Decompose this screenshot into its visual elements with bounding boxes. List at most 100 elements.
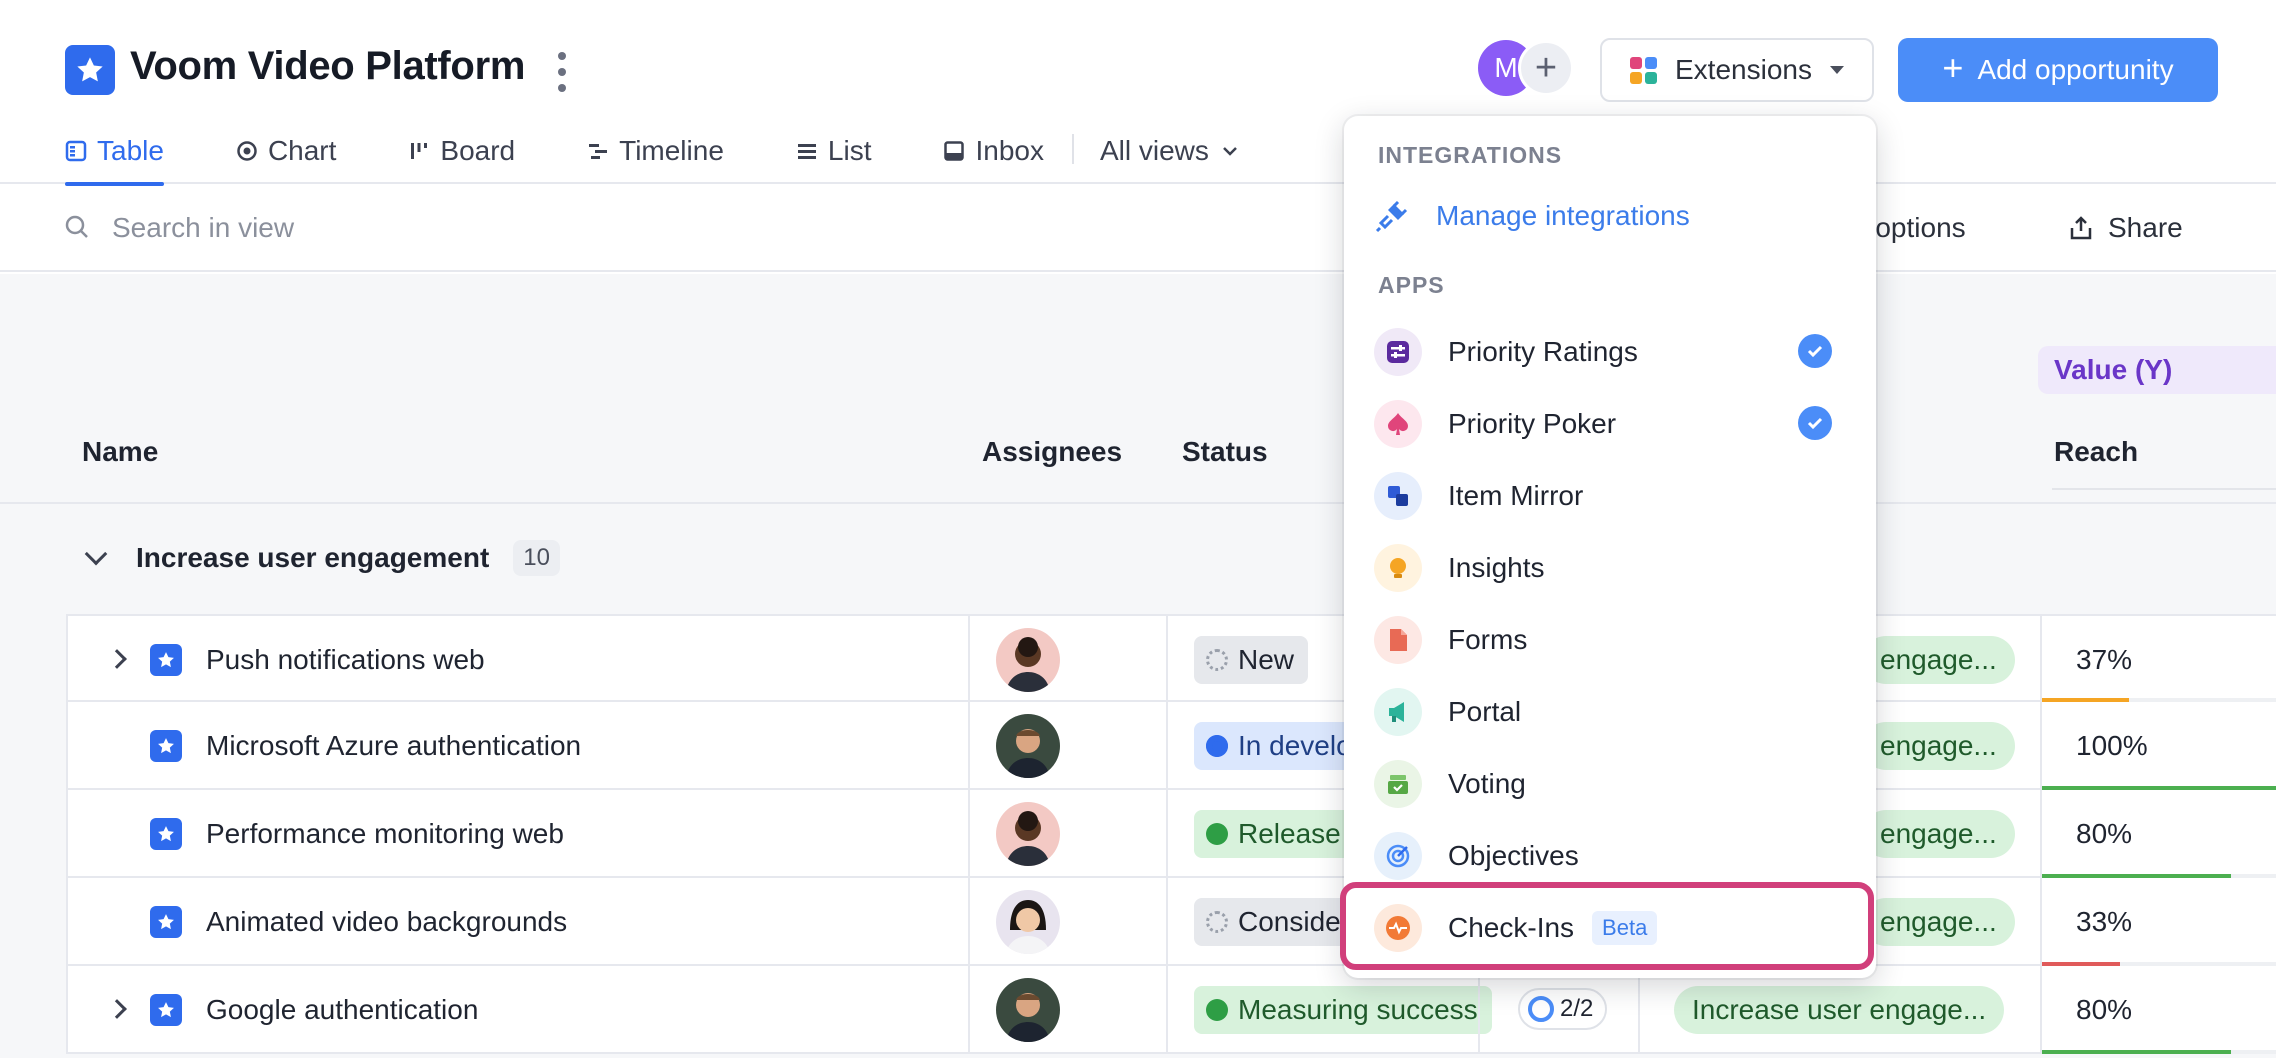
table-row[interactable]: Push notifications web New engage... 37% — [66, 614, 2276, 702]
tab-chart[interactable]: Chart — [236, 132, 336, 184]
app-item-priority-poker[interactable]: Priority Poker — [1374, 394, 1846, 454]
table-row[interactable]: Animated video backgrounds Conside engag… — [66, 878, 2276, 966]
reach-header-underline — [2052, 488, 2276, 490]
chevron-right-icon[interactable] — [107, 999, 127, 1019]
cell-divider — [2040, 790, 2042, 876]
plus-icon: + — [1942, 47, 1964, 88]
tab-label: All views — [1099, 135, 1209, 166]
share-button[interactable]: Share — [2068, 212, 2183, 244]
status-badge[interactable]: New — [1194, 636, 1309, 684]
objective-badge[interactable]: engage... — [1862, 810, 2015, 858]
group-header[interactable]: Increase user engagement 10 — [82, 540, 560, 576]
tab-list[interactable]: List — [796, 132, 871, 184]
reach-value: 100% — [2076, 730, 2148, 761]
status-released-icon — [1206, 823, 1228, 845]
row-name[interactable]: Microsoft Azure authentication — [206, 730, 581, 762]
share-icon — [2070, 216, 2092, 240]
apps-grid-icon — [1630, 56, 1657, 84]
objective-badge[interactable]: engage... — [1862, 898, 2015, 946]
status-badge[interactable]: Conside — [1194, 898, 1355, 946]
more-options-icon[interactable] — [552, 52, 572, 92]
search-input[interactable] — [112, 208, 812, 248]
cell-divider — [2040, 616, 2042, 700]
row-name[interactable]: Google authentication — [206, 994, 478, 1026]
tab-inbox[interactable]: Inbox — [943, 132, 1044, 184]
row-name[interactable]: Animated video backgrounds — [206, 906, 567, 938]
cell-divider — [968, 966, 970, 1052]
table-icon — [65, 140, 87, 162]
objective-badge[interactable]: Increase user engage... — [1674, 986, 2005, 1034]
manage-integrations-label: Manage integrations — [1436, 200, 1690, 231]
chevron-right-icon[interactable] — [107, 649, 127, 669]
column-header-status[interactable]: Status — [1182, 436, 1268, 468]
tab-board[interactable]: Board — [408, 132, 515, 184]
tab-label: Inbox — [975, 135, 1044, 166]
reach-value: 37% — [2076, 644, 2133, 675]
tab-label: Board — [440, 135, 516, 166]
column-header-name[interactable]: Name — [82, 436, 158, 468]
app-item-item-mirror[interactable]: Item Mirror — [1374, 466, 1846, 526]
objective-badge[interactable]: engage... — [1862, 636, 2015, 684]
spade-icon — [1374, 400, 1422, 448]
row-name[interactable]: Performance monitoring web — [206, 818, 564, 850]
status-badge[interactable]: Measuring success — [1194, 986, 1492, 1034]
objective-badge[interactable]: engage... — [1862, 722, 2015, 770]
list-icon — [797, 144, 816, 159]
app-label: Portal — [1448, 696, 1522, 727]
tab-all-views[interactable]: All views — [1100, 132, 1241, 184]
app-label: Objectives — [1448, 840, 1579, 871]
cell-divider — [1478, 966, 1480, 1052]
app-label: Item Mirror — [1448, 480, 1584, 511]
star-icon — [65, 45, 115, 95]
checkmark-icon — [1798, 406, 1832, 440]
progress-ring-icon — [1528, 996, 1554, 1022]
table-row[interactable]: Microsoft Azure authentication In develo… — [66, 702, 2276, 790]
app-item-insights[interactable]: Insights — [1374, 538, 1846, 598]
status-badge[interactable]: In develo — [1194, 722, 1366, 770]
avatar[interactable] — [996, 714, 1060, 778]
status-label: Release — [1238, 818, 1341, 849]
status-considering-icon — [1206, 911, 1228, 933]
chevron-down-icon[interactable] — [84, 542, 108, 566]
target-icon — [1374, 832, 1422, 880]
tab-label: Table — [97, 135, 164, 166]
avatar[interactable] — [996, 628, 1060, 692]
avatar[interactable] — [996, 978, 1060, 1042]
app-item-priority-ratings[interactable]: Priority Ratings — [1374, 322, 1846, 382]
cell-divider — [1166, 966, 1168, 1052]
table-row[interactable]: Performance monitoring web Release engag… — [66, 790, 2276, 878]
app-item-portal[interactable]: Portal — [1374, 682, 1846, 742]
add-opportunity-label: Add opportunity — [1977, 54, 2174, 85]
extensions-button[interactable]: Extensions — [1600, 38, 1874, 102]
search-icon — [65, 215, 88, 238]
reach-value: 33% — [2076, 906, 2133, 937]
app-item-voting[interactable]: Voting — [1374, 754, 1846, 814]
column-header-reach[interactable]: Reach — [2054, 436, 2138, 468]
column-header-assignees[interactable]: Assignees — [982, 436, 1122, 468]
progress-pill[interactable]: 2/2 — [1518, 988, 1608, 1030]
extensions-label: Extensions — [1675, 54, 1812, 85]
avatar[interactable] — [996, 890, 1060, 954]
add-opportunity-button[interactable]: + Add opportunity — [1898, 38, 2218, 102]
status-label: New — [1238, 644, 1295, 675]
status-badge[interactable]: Release — [1194, 810, 1355, 858]
megaphone-icon — [1374, 688, 1422, 736]
table-row[interactable]: Google authentication Measuring success … — [66, 966, 2276, 1054]
app-label: Voting — [1448, 768, 1526, 799]
app-item-objectives[interactable]: Objectives — [1374, 826, 1846, 886]
star-icon — [150, 906, 182, 938]
group-label: Increase user engagement — [136, 542, 490, 573]
reach-value: 80% — [2076, 994, 2133, 1025]
value-y-badge: Value (Y) — [2038, 346, 2276, 394]
manage-integrations-link[interactable]: Manage integrations — [1374, 198, 1690, 234]
add-member-button[interactable]: + — [1518, 40, 1574, 96]
row-name[interactable]: Push notifications web — [206, 644, 485, 676]
cell-divider — [1166, 702, 1168, 788]
mirror-icon — [1374, 472, 1422, 520]
tab-table[interactable]: Table — [65, 132, 164, 186]
lightbulb-icon — [1374, 544, 1422, 592]
avatar[interactable] — [996, 802, 1060, 866]
app-item-forms[interactable]: Forms — [1374, 610, 1846, 670]
tab-timeline[interactable]: Timeline — [587, 132, 724, 184]
view-toolbar: ay options Share — [0, 186, 2276, 272]
